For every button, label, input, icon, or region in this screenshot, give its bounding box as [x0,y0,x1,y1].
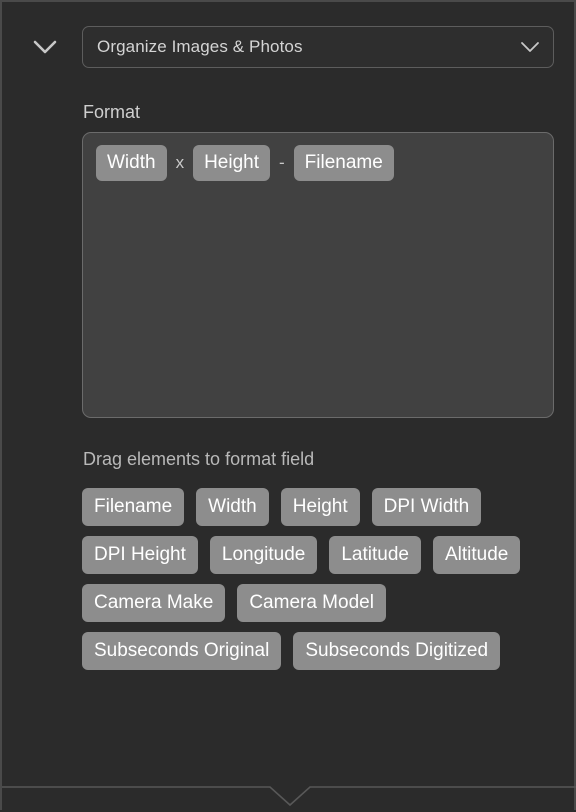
chevron-down-icon [32,39,58,55]
drag-hint-text: Drag elements to format field [83,449,315,469]
element-pill[interactable]: Filename [82,488,185,526]
element-pill[interactable]: Camera Make [82,584,226,622]
element-pill[interactable]: Altitude [432,536,521,574]
format-field[interactable]: Width x Height - Filename [82,132,554,418]
format-token-pill[interactable]: Filename [293,145,394,181]
panel-header: Organize Images & Photos [2,24,576,70]
section-select-value: Organize Images & Photos [97,37,303,56]
format-token-separator: - [279,153,285,172]
format-label: Format [83,102,141,122]
format-token-separator: x [175,153,185,172]
element-pill[interactable]: Width [196,488,269,526]
format-token-pill[interactable]: Width [96,145,167,181]
element-pill-list: Filename Width Height DPI Width DPI Heig… [82,488,562,670]
element-pill[interactable]: Camera Model [237,584,386,622]
format-token-list: Width x Height - Filename [93,145,543,181]
chevron-down-notch-icon [2,786,576,807]
element-pill[interactable]: DPI Width [371,488,482,526]
chevron-down-icon [519,36,541,58]
organize-images-panel: Organize Images & Photos Format Width x … [0,0,576,810]
collapse-chevron-button[interactable] [28,24,62,70]
element-pill[interactable]: DPI Height [82,536,198,574]
element-pill[interactable]: Subseconds Original [82,632,282,670]
section-select[interactable]: Organize Images & Photos [82,26,554,68]
panel-bottom-divider [2,774,576,812]
format-token-pill[interactable]: Height [193,145,270,181]
element-pill[interactable]: Height [280,488,360,526]
element-pill[interactable]: Longitude [209,536,318,574]
element-pill[interactable]: Subseconds Digitized [293,632,501,670]
element-pill[interactable]: Latitude [329,536,421,574]
